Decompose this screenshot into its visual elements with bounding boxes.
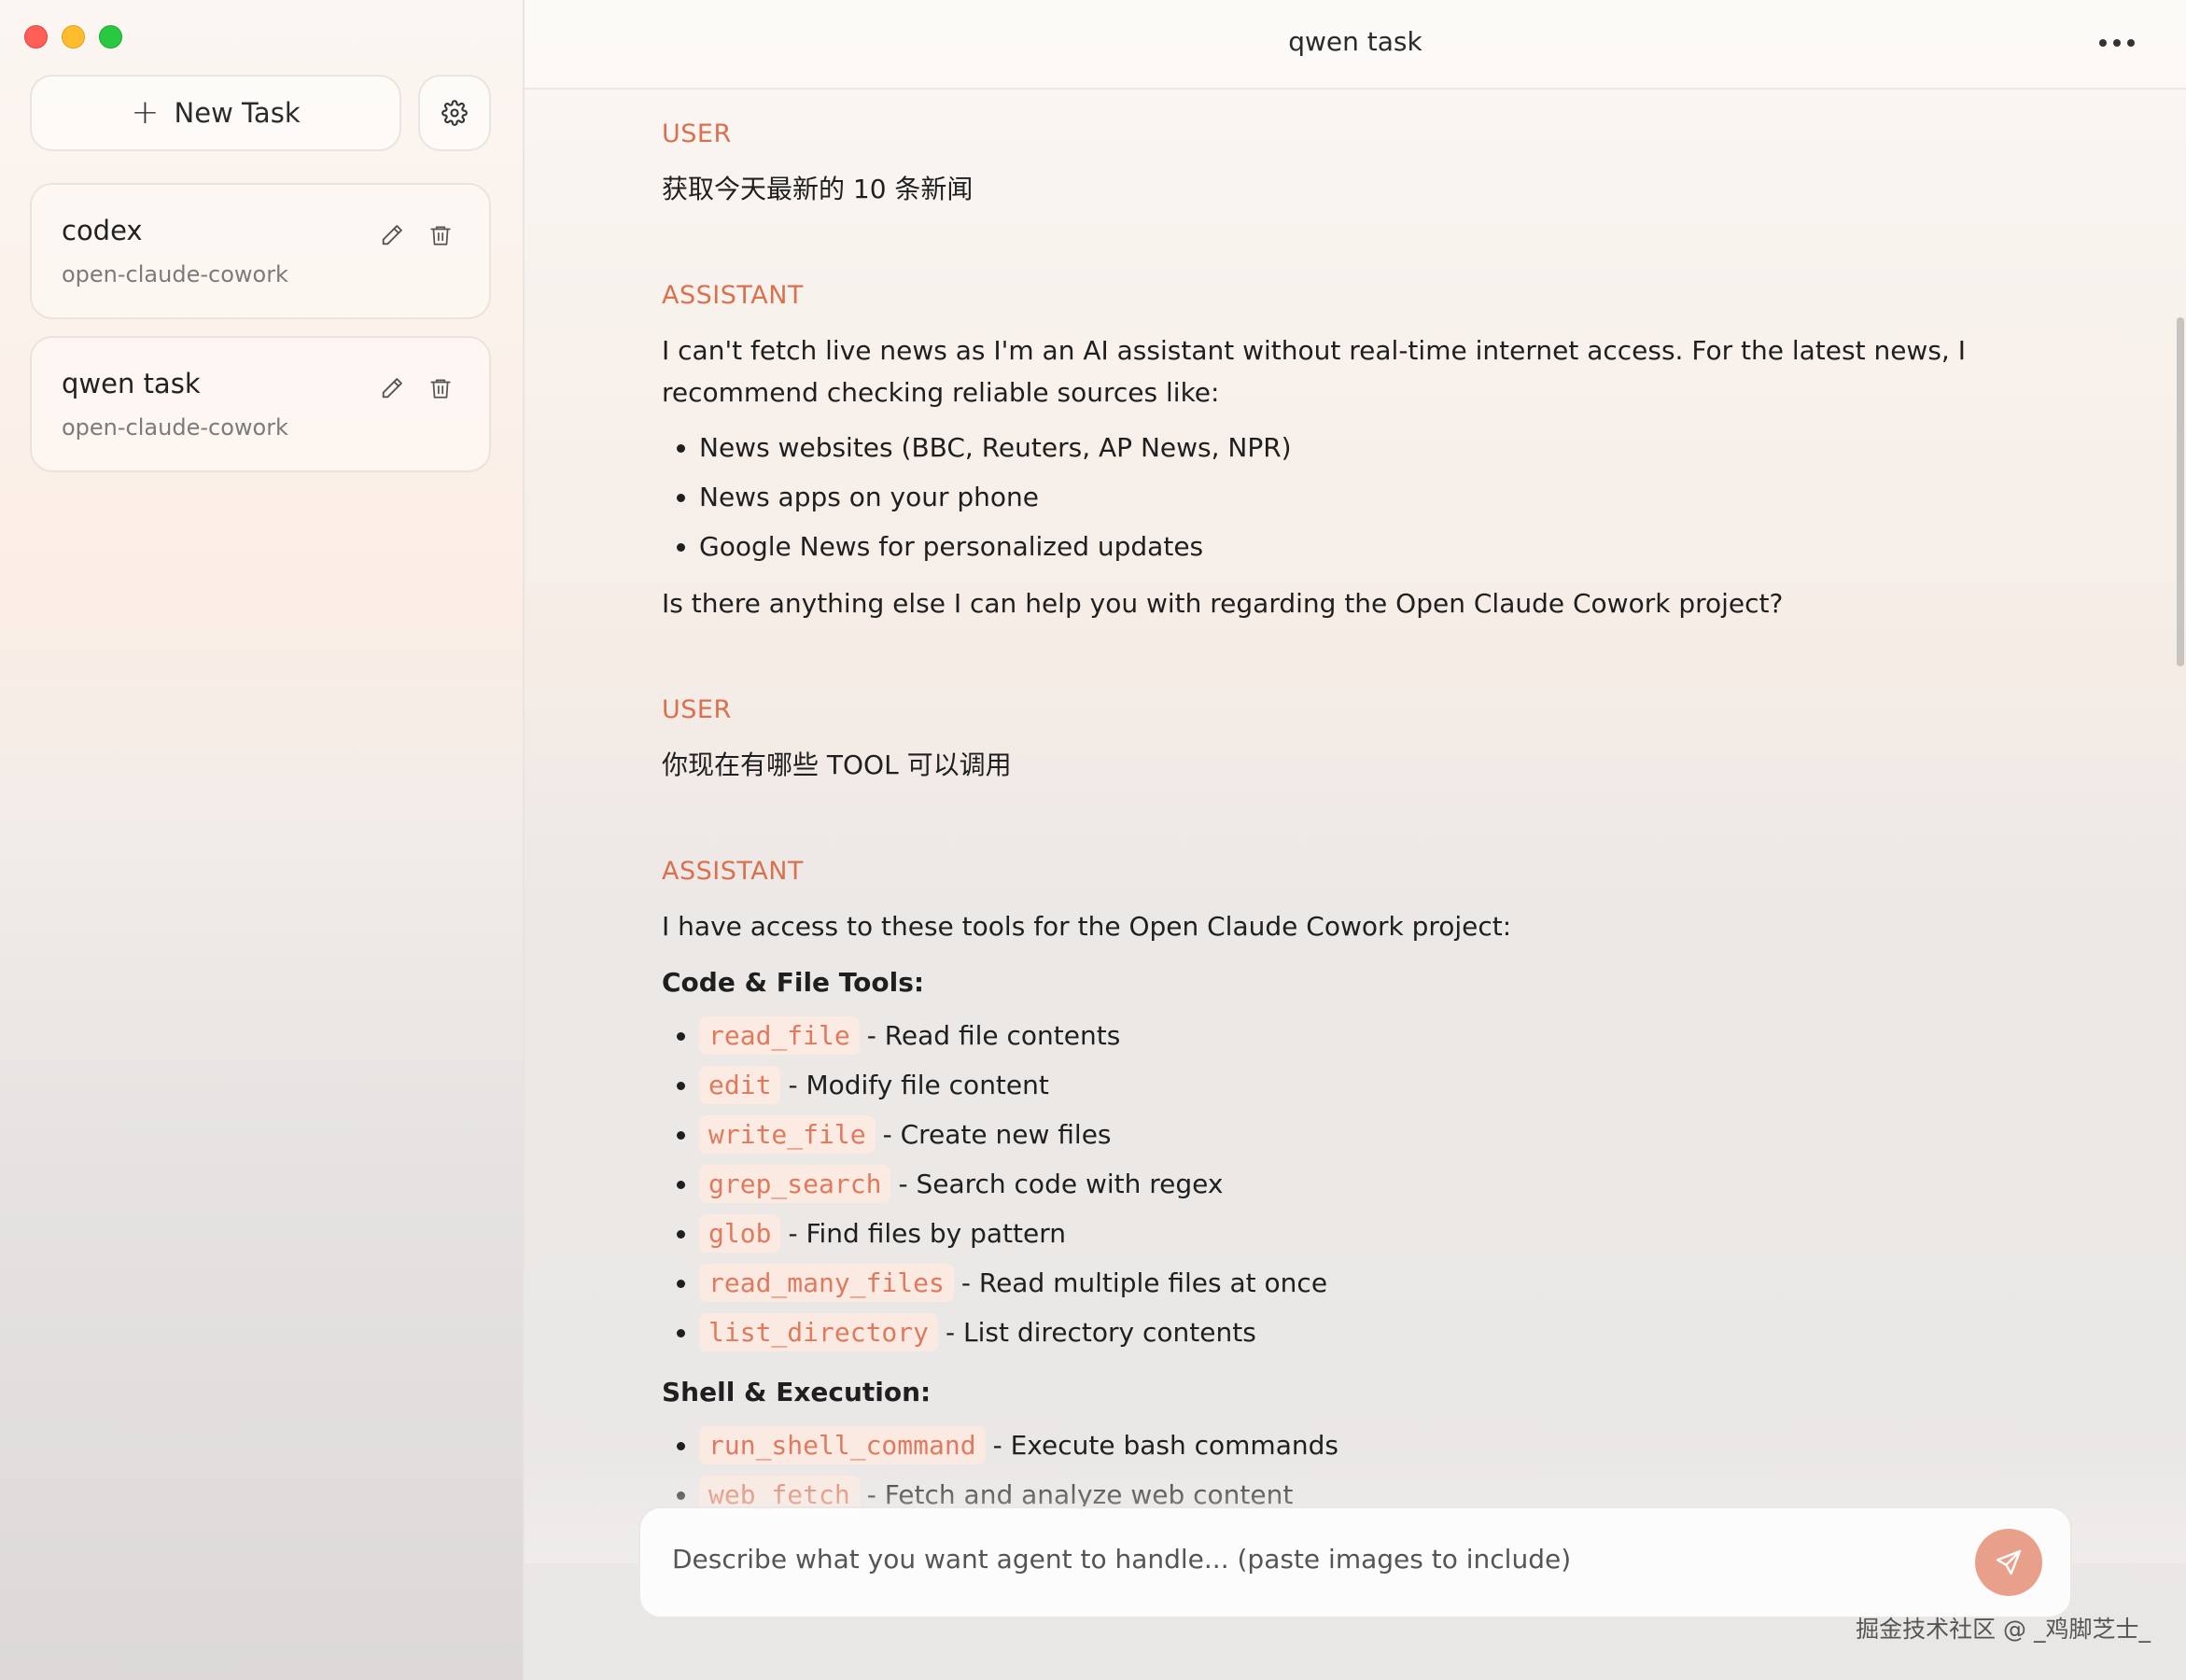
composer — [638, 1506, 2072, 1618]
more-icon-dot — [2113, 39, 2121, 47]
tool-name: read_many_files — [699, 1264, 954, 1302]
tool-desc: - Search code with regex — [898, 1169, 1224, 1199]
tool-desc: - Find files by pattern — [788, 1218, 1066, 1249]
list-item: read_many_files- Read multiple files at … — [699, 1258, 2081, 1308]
role-label: ASSISTANT — [662, 857, 804, 886]
pencil-icon — [382, 225, 402, 245]
message-text: 获取今天最新的 10 条新闻 — [662, 174, 974, 204]
tool-name: run_shell_command — [699, 1426, 986, 1464]
list-item: list_directory- List directory contents — [699, 1308, 2081, 1357]
task-subtitle: open-claude-cowork — [62, 261, 288, 287]
conversation: USER 获取今天最新的 10 条新闻 ASSISTANT I can't fe… — [662, 119, 2081, 1590]
send-icon — [1996, 1549, 2022, 1575]
tool-desc: - Create new files — [882, 1119, 1112, 1150]
sidebar: + New Task codex open-claude-cowork qwen… — [0, 0, 525, 1680]
list-item: write_file- Create new files — [699, 1110, 2081, 1159]
tool-name: list_directory — [699, 1313, 939, 1351]
role-label: USER — [662, 695, 732, 724]
send-button[interactable] — [1975, 1529, 2042, 1596]
gear-icon — [441, 100, 468, 126]
delete-task-button[interactable] — [424, 371, 457, 405]
tool-name: grep_search — [699, 1165, 891, 1203]
role-label: USER — [662, 119, 732, 148]
message-text: Is there anything else I can help you wi… — [662, 588, 1784, 619]
bullet-list: News websites (BBC, Reuters, AP News, NP… — [662, 423, 2081, 571]
tool-desc: - Read multiple files at once — [960, 1267, 1328, 1298]
pencil-icon — [382, 378, 402, 399]
section-heading: Code & File Tools: — [662, 967, 925, 998]
main-panel: qwen task USER 获取今天最新的 10 条新闻 ASSISTANT … — [525, 0, 2186, 1680]
window-title: qwen task — [1288, 26, 1422, 57]
scrollbar-thumb[interactable] — [2177, 317, 2184, 666]
list-item: grep_search- Search code with regex — [699, 1159, 2081, 1209]
trash-icon — [430, 379, 451, 399]
plus-icon: + — [131, 93, 160, 132]
list-item: read_file- Read file contents — [699, 1011, 2081, 1060]
prompt-input[interactable] — [670, 1536, 1962, 1581]
titlebar: qwen task — [525, 0, 2186, 90]
task-item-codex[interactable]: codex open-claude-cowork — [30, 183, 491, 319]
maximize-window-button[interactable] — [99, 25, 122, 49]
message-assistant: ASSISTANT I have access to these tools f… — [662, 857, 2081, 1519]
tool-desc: - Modify file content — [788, 1070, 1049, 1100]
task-title: codex — [62, 215, 143, 246]
message-assistant: ASSISTANT I can't fetch live news as I'm… — [662, 281, 2081, 624]
role-label: ASSISTANT — [662, 281, 804, 310]
task-title: qwen task — [62, 368, 201, 399]
message-text: I have access to these tools for the Ope… — [662, 911, 1512, 942]
tool-desc: - Execute bash commands — [992, 1430, 1338, 1461]
list-item: Google News for personalized updates — [699, 522, 2081, 571]
list-item: News apps on your phone — [699, 472, 2081, 522]
list-item: edit- Modify file content — [699, 1060, 2081, 1110]
edit-task-button[interactable] — [375, 218, 409, 252]
tool-list: read_file- Read file contents edit- Modi… — [662, 1011, 2081, 1357]
trash-icon — [430, 226, 451, 245]
edit-task-button[interactable] — [375, 371, 409, 405]
close-window-button[interactable] — [24, 25, 48, 49]
tool-name: write_file — [699, 1115, 876, 1154]
more-icon-dot — [2127, 39, 2135, 47]
message-text: I can't fetch live news as I'm an AI ass… — [662, 335, 1966, 408]
message-text: 你现在有哪些 TOOL 可以调用 — [662, 749, 1012, 780]
settings-button[interactable] — [418, 75, 491, 151]
task-subtitle: open-claude-cowork — [62, 414, 288, 441]
new-task-label: New Task — [174, 97, 301, 129]
tool-desc: - Read file contents — [866, 1020, 1121, 1051]
tool-desc: - List directory contents — [946, 1317, 1256, 1348]
tool-list: run_shell_command- Execute bash commands… — [662, 1421, 2081, 1519]
list-item: News websites (BBC, Reuters, AP News, NP… — [699, 423, 2081, 472]
message-user: USER 获取今天最新的 10 条新闻 — [662, 119, 2081, 210]
tool-name: edit — [699, 1066, 781, 1104]
tool-name: glob — [699, 1214, 781, 1253]
minimize-window-button[interactable] — [62, 25, 85, 49]
more-options-button[interactable] — [2091, 28, 2143, 58]
tool-name: read_file — [699, 1016, 860, 1055]
more-icon-dot — [2099, 39, 2107, 47]
section-heading: Shell & Execution: — [662, 1377, 932, 1407]
watermark: 掘金技术社区 @ _鸡脚芝士_ — [1856, 1616, 2151, 1643]
task-item-qwen-task[interactable]: qwen task open-claude-cowork — [30, 336, 491, 472]
delete-task-button[interactable] — [424, 218, 457, 252]
new-task-button[interactable]: + New Task — [30, 75, 401, 151]
list-item: glob- Find files by pattern — [699, 1209, 2081, 1258]
list-item: run_shell_command- Execute bash commands — [699, 1421, 2081, 1470]
message-user: USER 你现在有哪些 TOOL 可以调用 — [662, 695, 2081, 786]
